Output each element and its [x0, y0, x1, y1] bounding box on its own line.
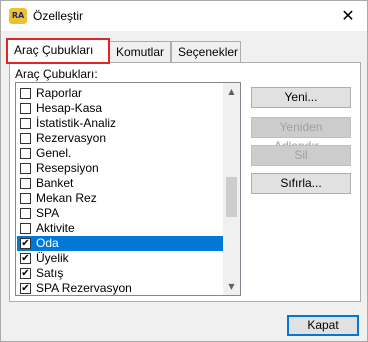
toolbar-checkbox[interactable]	[20, 118, 31, 129]
toolbar-list-item[interactable]: ✔ SPA Rezervasyon	[17, 281, 225, 295]
tab-toolbars-label: Araç Çubukları	[14, 43, 94, 57]
toolbar-item-label: Raporlar	[36, 86, 83, 100]
toolbar-checkbox[interactable]	[20, 208, 31, 219]
toolbar-checkbox[interactable]	[20, 178, 31, 189]
scrollbar-thumb[interactable]	[226, 177, 237, 217]
toolbar-item-label: Satış	[36, 266, 64, 280]
toolbars-listbox[interactable]: Raporlar Hesap-Kasa İstatistik-Analiz Rezer…	[15, 82, 241, 296]
toolbar-item-label: Üyelik	[36, 251, 69, 265]
toolbar-item-label: İstatistik-Analiz	[36, 116, 117, 130]
toolbars-list-label: Araç Çubukları:	[15, 67, 98, 81]
toolbar-list-item[interactable]: Resepsiyon	[17, 161, 225, 176]
toolbar-list-item[interactable]: Hesap-Kasa	[17, 101, 225, 116]
toolbar-list-item[interactable]: Mekan Rez	[17, 191, 225, 206]
toolbar-checkbox[interactable]: ✔	[20, 283, 31, 294]
title-bar: RA Özelleştir ✕	[1, 1, 367, 31]
toolbar-item-label: Resepsiyon	[36, 161, 99, 175]
listbox-scrollbar[interactable]: ▲ ▼	[223, 83, 240, 295]
toolbar-item-label: Hesap-Kasa	[36, 101, 103, 115]
tab-commands[interactable]: Komutlar	[109, 41, 171, 63]
toolbar-checkbox[interactable]	[20, 193, 31, 204]
toolbar-item-label: Genel.	[36, 146, 72, 160]
toolbar-checkbox[interactable]	[20, 103, 31, 114]
toolbar-item-label: Mekan Rez	[36, 191, 97, 205]
reset-toolbar-button[interactable]: Sıfırla...	[251, 173, 351, 194]
toolbar-list-item[interactable]: Raporlar	[17, 86, 225, 101]
toolbar-checkbox[interactable]	[20, 88, 31, 99]
tab-options-label: Seçenekler	[178, 45, 239, 59]
toolbar-list-item[interactable]: İstatistik-Analiz	[17, 116, 225, 131]
toolbar-list-item[interactable]: Rezervasyon	[17, 131, 225, 146]
toolbar-item-label: SPA Rezervasyon	[36, 281, 132, 295]
toolbar-list-item[interactable]: SPA	[17, 206, 225, 221]
tab-commands-label: Komutlar	[116, 45, 165, 59]
toolbar-item-label: Banket	[36, 176, 74, 190]
rename-toolbar-button[interactable]: Yeniden Adlandır...	[251, 117, 351, 153]
tab-options[interactable]: Seçenekler	[171, 41, 241, 63]
toolbar-item-label: SPA	[36, 206, 60, 220]
toolbar-checkbox[interactable]: ✔	[20, 253, 31, 264]
scroll-down-icon[interactable]: ▼	[223, 278, 240, 295]
toolbar-checkbox[interactable]	[20, 163, 31, 174]
close-button[interactable]: Kapat	[287, 315, 359, 336]
toolbar-item-label: Aktivite	[36, 221, 75, 235]
toolbar-checkbox[interactable]	[20, 223, 31, 234]
close-icon[interactable]: ✕	[333, 4, 363, 28]
new-toolbar-button[interactable]: Yeni...	[251, 87, 351, 108]
delete-toolbar-button[interactable]: Sil	[251, 145, 351, 166]
toolbar-item-label: Rezervasyon	[36, 131, 107, 145]
toolbar-list-item[interactable]: ✔ Oda	[17, 236, 225, 251]
toolbar-checkbox[interactable]	[20, 148, 31, 159]
toolbar-list-item[interactable]: Aktivite	[17, 221, 225, 236]
scroll-up-icon[interactable]: ▲	[223, 83, 240, 100]
toolbar-list-item[interactable]: ✔ Üyelik	[17, 251, 225, 266]
tab-toolbars[interactable]: Araç Çubukları	[6, 38, 110, 64]
toolbar-item-label: Oda	[36, 236, 59, 250]
toolbar-list-item[interactable]: Banket	[17, 176, 225, 191]
toolbar-checkbox[interactable]	[20, 133, 31, 144]
toolbar-checkbox[interactable]: ✔	[20, 238, 31, 249]
app-logo-icon: RA	[9, 8, 27, 24]
toolbar-list-item[interactable]: ✔ Satış	[17, 266, 225, 281]
toolbar-list-item[interactable]: Genel.	[17, 146, 225, 161]
window-title: Özelleştir	[33, 9, 84, 23]
customize-dialog: RA Özelleştir ✕ Araç Çubukları Komutlar …	[0, 0, 368, 342]
tab-strip: Araç Çubukları Komutlar Seçenekler	[3, 38, 365, 64]
toolbar-checkbox[interactable]: ✔	[20, 268, 31, 279]
